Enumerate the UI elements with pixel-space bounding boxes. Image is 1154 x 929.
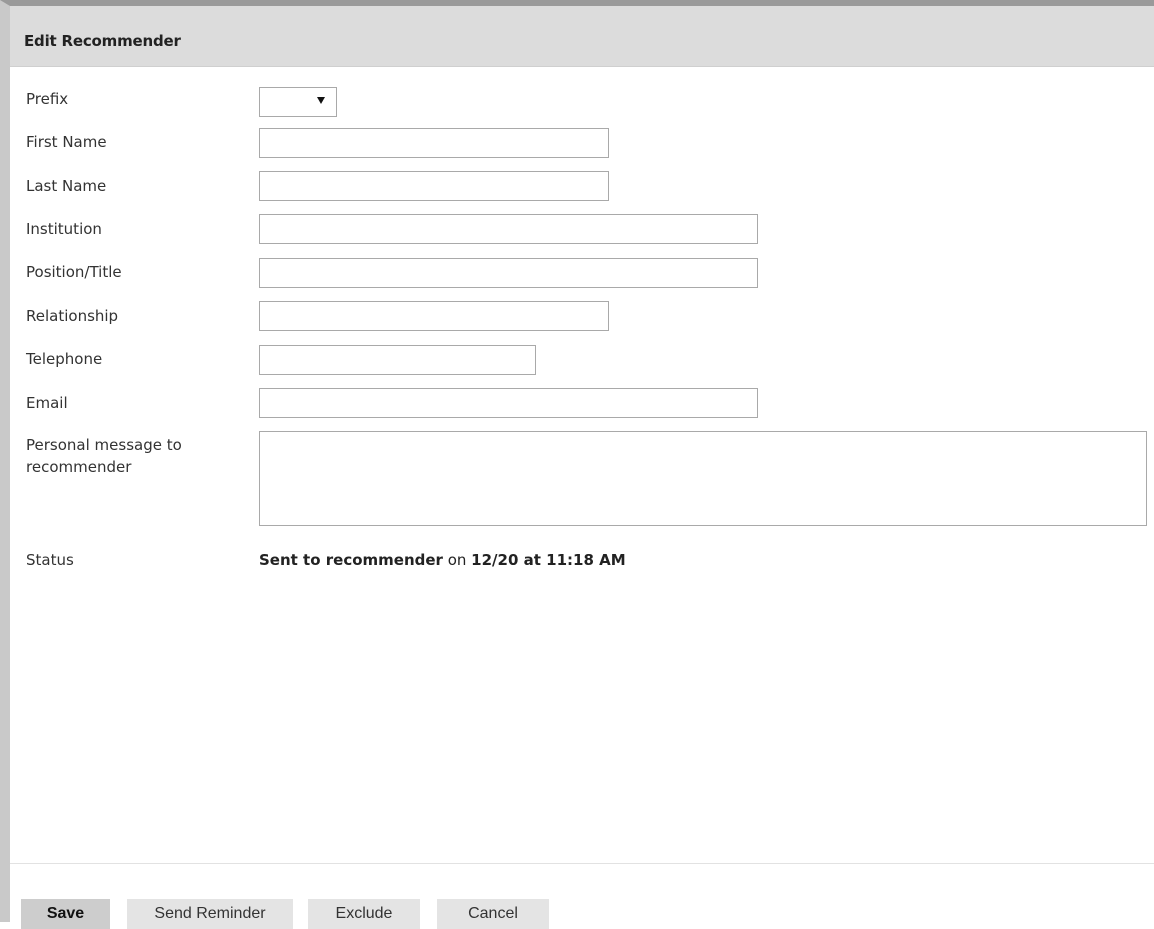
status-value: Sent to recommender on 12/20 at 11:18 AM — [259, 549, 626, 571]
dialog-title: Edit Recommender — [24, 32, 181, 50]
last-name-label: Last Name — [26, 177, 107, 195]
relationship-label: Relationship — [26, 307, 119, 325]
institution-input[interactable] — [259, 214, 758, 244]
first-name-label: First Name — [26, 133, 107, 151]
telephone-input[interactable] — [259, 345, 536, 375]
save-button[interactable]: Save — [21, 899, 110, 929]
telephone-label: Telephone — [26, 350, 103, 368]
exclude-button[interactable]: Exclude — [308, 899, 420, 929]
last-name-input[interactable] — [259, 171, 609, 201]
footer-divider — [10, 863, 1154, 864]
relationship-input[interactable] — [259, 301, 609, 331]
status-on-text: on — [442, 551, 472, 569]
prefix-select[interactable] — [259, 87, 337, 117]
email-label: Email — [26, 394, 68, 412]
position-title-input[interactable] — [259, 258, 758, 288]
edit-recommender-dialog: Edit Recommender Prefix First Name Last … — [0, 0, 1154, 929]
send-reminder-button[interactable]: Send Reminder — [127, 899, 293, 929]
institution-label: Institution — [26, 220, 102, 238]
personal-message-label-line2: recommender — [26, 458, 132, 476]
cancel-button[interactable]: Cancel — [437, 899, 549, 929]
status-state: Sent to recommender — [259, 551, 443, 569]
first-name-input[interactable] — [259, 128, 609, 158]
status-datetime: 12/20 at 11:18 AM — [471, 551, 626, 569]
dropdown-arrow-icon — [317, 97, 325, 104]
prefix-label: Prefix — [26, 90, 69, 108]
personal-message-label-line1: Personal message to — [26, 436, 182, 454]
personal-message-textarea[interactable] — [259, 431, 1147, 526]
dialog-title-bar: Edit Recommender — [10, 6, 1154, 67]
status-label: Status — [26, 551, 74, 569]
position-title-label: Position/Title — [26, 263, 122, 281]
email-input[interactable] — [259, 388, 758, 418]
